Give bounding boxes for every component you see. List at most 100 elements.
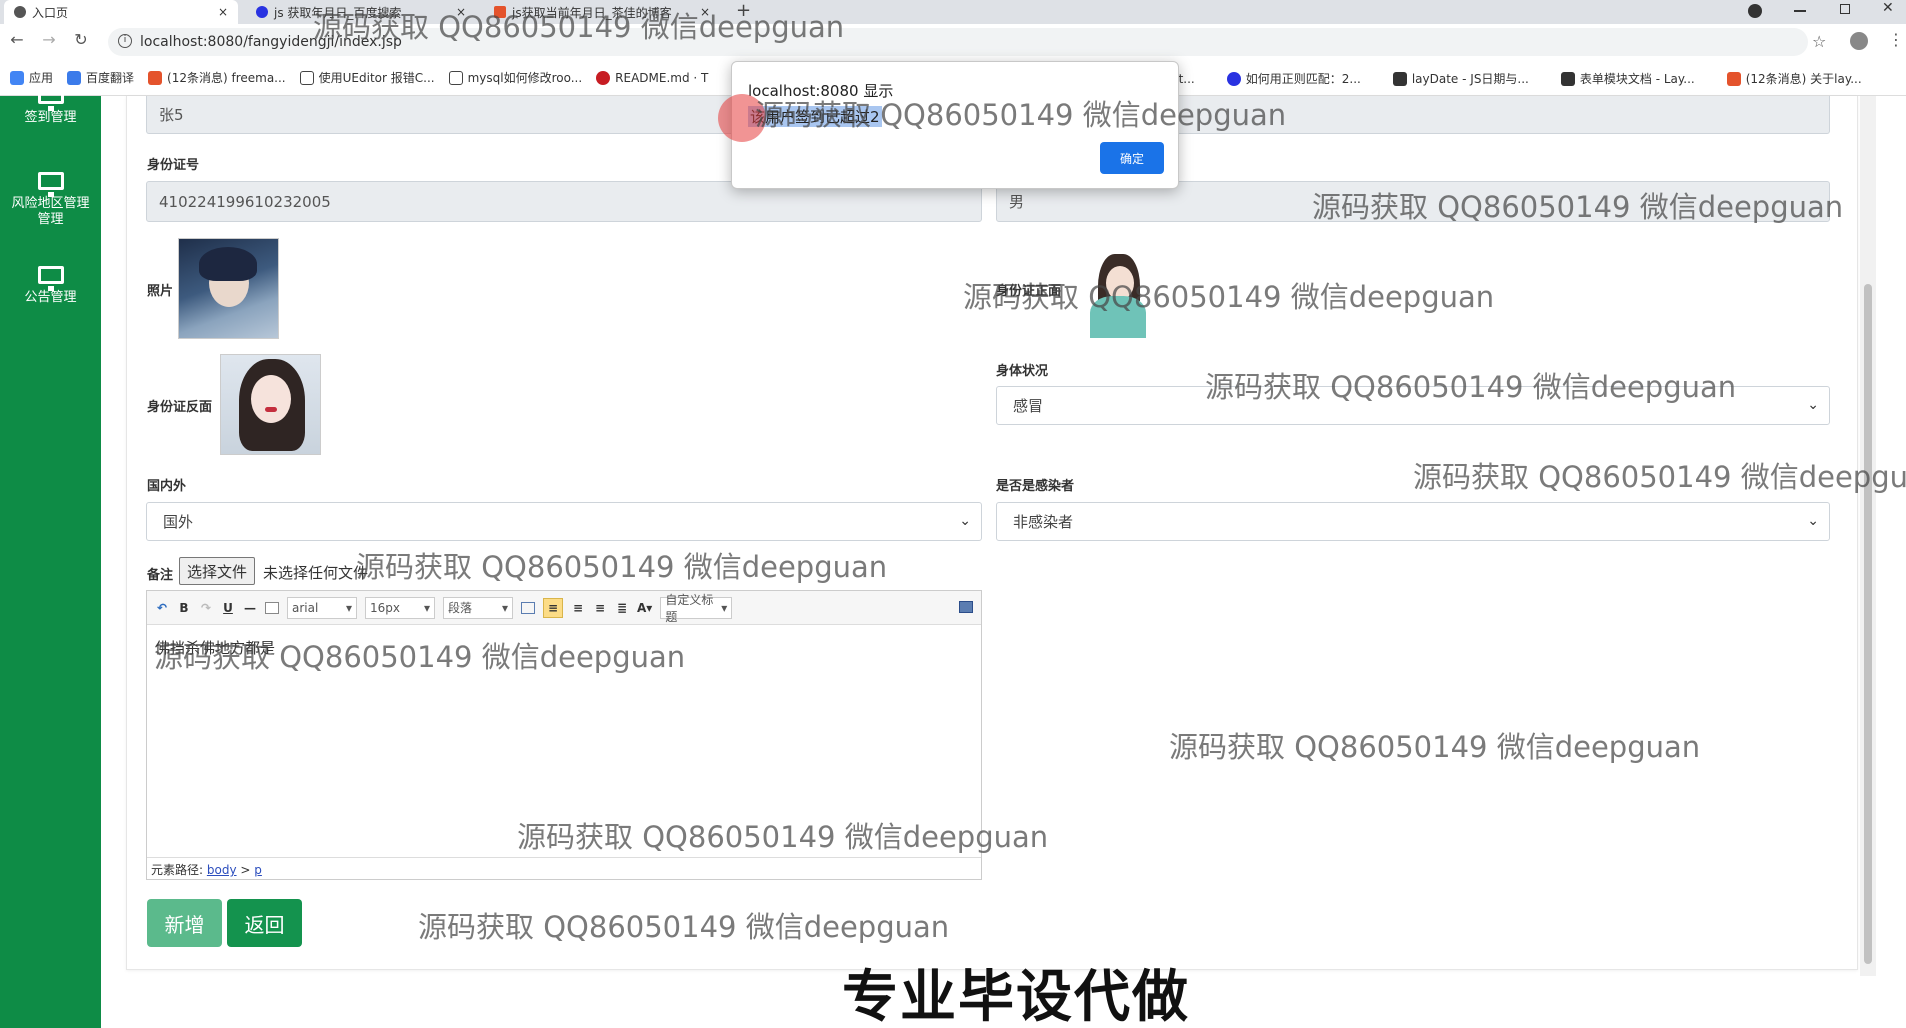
site-icon bbox=[448, 70, 463, 85]
bookmark-label: (12条消息) 关于lay... bbox=[1745, 72, 1862, 86]
baidu-translate-icon bbox=[67, 70, 82, 85]
align-center-icon[interactable]: ≡ bbox=[571, 601, 585, 615]
close-tab-icon[interactable]: × bbox=[218, 5, 228, 19]
id-number-label: 身份证号 bbox=[147, 158, 200, 173]
back-arrow-icon[interactable]: ← bbox=[4, 30, 30, 49]
bookmark-item[interactable]: README.md · T bbox=[596, 70, 709, 85]
bookmark-label: layDate - JS日期与... bbox=[1411, 72, 1529, 86]
new-tab-button[interactable]: + bbox=[736, 0, 751, 21]
editor-content-area[interactable]: 佛挡杀佛地方都是 bbox=[147, 625, 981, 847]
font-color-button[interactable]: A▾ bbox=[637, 601, 652, 615]
apps-grid-icon bbox=[10, 70, 24, 85]
sidebar-item-risk-area[interactable]: 风险地区管理管理 bbox=[0, 172, 101, 228]
face-shape bbox=[251, 375, 291, 423]
choose-file-button[interactable]: 选择文件 bbox=[179, 557, 256, 585]
font-color-glyph: A bbox=[637, 600, 647, 615]
bookmark-item[interactable]: (12条消息) freema... bbox=[148, 69, 286, 86]
bookmark-star-icon[interactable]: ☆ bbox=[1812, 32, 1826, 51]
dropdown-arrow-icon: ▾ bbox=[721, 600, 728, 615]
tab-csdn-blog[interactable]: js获取当前年月日_茶佳的博客 × bbox=[484, 0, 720, 24]
font-size-select[interactable]: 16px ▾ bbox=[365, 596, 435, 619]
baidu-paw-icon bbox=[1226, 71, 1241, 86]
element-path-bar: 元素路径: body > p bbox=[147, 857, 981, 879]
align-right-icon[interactable]: ≡ bbox=[593, 601, 607, 615]
sidebar-item-announcement[interactable]: 公告管理 bbox=[0, 266, 101, 306]
custom-title-select[interactable]: 自定义标题 ▾ bbox=[660, 593, 733, 624]
promo-banner: 专业毕设代做 bbox=[842, 965, 1190, 1028]
close-tab-icon[interactable]: × bbox=[456, 5, 466, 19]
bookmark-label: mysql如何修改roo... bbox=[467, 71, 583, 85]
profile-menu-icon[interactable] bbox=[1748, 4, 1762, 18]
csdn-icon bbox=[1726, 71, 1741, 86]
bold-button[interactable]: B bbox=[177, 601, 191, 615]
path-separator: > bbox=[240, 863, 251, 877]
underline-button[interactable]: U bbox=[221, 601, 235, 615]
bookmark-item[interactable]: 如何用正则匹配：2... bbox=[1226, 70, 1361, 87]
health-select[interactable]: 感冒 ⌄ bbox=[996, 386, 1830, 425]
account-avatar-icon[interactable] bbox=[1850, 32, 1868, 50]
browser-tab-bar: 入口页 × js 获取年月日_百度搜索 × js获取当前年月日_茶佳的博客 × … bbox=[0, 0, 1906, 24]
paragraph-select[interactable]: 段落 ▾ bbox=[443, 596, 513, 619]
url-field[interactable]: i localhost:8080/fangyidengji/index.jsp bbox=[108, 28, 1808, 56]
redo-icon[interactable]: ↷ bbox=[199, 601, 213, 615]
layui-icon bbox=[1560, 71, 1575, 86]
forward-arrow-icon[interactable]: → bbox=[36, 30, 62, 49]
tab-label: 入口页 bbox=[32, 5, 69, 20]
infected-select[interactable]: 非感染者 ⌄ bbox=[996, 502, 1830, 541]
bookmark-label: 如何用正则匹配：2... bbox=[1245, 72, 1361, 86]
font-size-value: 16px bbox=[370, 600, 400, 615]
bookmark-item[interactable]: 表单模块文档 - Lay... bbox=[1560, 70, 1695, 87]
alert-title: localhost:8080 显示 bbox=[748, 82, 894, 100]
minimize-icon[interactable] bbox=[1794, 10, 1806, 12]
back-button[interactable]: 返回 bbox=[227, 899, 302, 947]
tab-baidu-search[interactable]: js 获取年月日_百度搜索 × bbox=[246, 0, 476, 24]
monitor-icon bbox=[37, 266, 64, 291]
health-select-value: 感冒 bbox=[1013, 397, 1044, 415]
tab-entry-page[interactable]: 入口页 × bbox=[4, 0, 238, 24]
undo-icon[interactable]: ↶ bbox=[155, 601, 169, 615]
photo-image bbox=[178, 238, 279, 339]
document-icon[interactable] bbox=[265, 601, 279, 614]
fullscreen-icon[interactable] bbox=[959, 601, 973, 613]
horizontal-rule-button[interactable]: — bbox=[243, 601, 257, 615]
csdn-icon bbox=[148, 70, 163, 85]
bookmark-label: README.md · T bbox=[615, 70, 709, 85]
kebab-menu-icon[interactable]: ⋮ bbox=[1888, 30, 1904, 49]
bookmark-item[interactable]: 百度翻译 bbox=[67, 69, 134, 86]
shirt-shape bbox=[1090, 296, 1146, 338]
close-window-icon[interactable]: ✕ bbox=[1882, 0, 1894, 16]
monitor-icon bbox=[37, 172, 64, 197]
bookmark-item[interactable]: 使用UEditor 报错C... bbox=[299, 69, 435, 86]
alert-ok-button[interactable]: 确定 bbox=[1100, 142, 1164, 174]
table-icon[interactable] bbox=[521, 601, 535, 614]
domestic-select[interactable]: 国外 ⌄ bbox=[146, 502, 982, 541]
page-scrollbar[interactable] bbox=[1860, 96, 1876, 976]
id-front-label: 身份证正面 bbox=[996, 284, 1062, 299]
bookmark-item[interactable]: mysql如何修改roo... bbox=[448, 69, 583, 86]
sidebar-item-checkin[interactable]: 签到管理 bbox=[0, 86, 101, 126]
editor-toolbar: ↶ B ↷ U — arial ▾ 16px ▾ 段落 ▾ ≡ ≡ ≡ ≣ A▾ 自定… bbox=[147, 591, 981, 625]
id-back-image bbox=[220, 354, 321, 455]
scrollbar-thumb[interactable] bbox=[1864, 284, 1872, 964]
justify-icon[interactable]: ≣ bbox=[615, 601, 629, 615]
font-family-select[interactable]: arial ▾ bbox=[287, 596, 357, 619]
align-left-icon[interactable]: ≡ bbox=[543, 597, 563, 618]
csdn-icon bbox=[494, 6, 506, 18]
bookmark-label: 表单模块文档 - Lay... bbox=[1579, 72, 1695, 86]
bookmark-item[interactable]: (12条消息) 关于lay... bbox=[1726, 70, 1862, 87]
infected-select-value: 非感染者 bbox=[1013, 513, 1074, 531]
bookmark-item[interactable]: 应用 bbox=[10, 69, 53, 86]
path-body-link[interactable]: body bbox=[207, 863, 237, 877]
face-shape bbox=[1106, 266, 1134, 300]
restore-icon[interactable] bbox=[1840, 4, 1850, 14]
baidu-paw-icon bbox=[256, 6, 268, 18]
dropdown-arrow-icon: ▾ bbox=[423, 600, 430, 615]
reload-icon[interactable]: ↻ bbox=[68, 30, 94, 49]
info-icon: i bbox=[118, 34, 132, 48]
sidebar-item-label: 风险地区管理管理 bbox=[11, 196, 90, 227]
path-p-link[interactable]: p bbox=[254, 863, 262, 877]
add-button[interactable]: 新增 bbox=[147, 899, 222, 947]
bookmark-item[interactable]: layDate - JS日期与... bbox=[1392, 70, 1529, 87]
close-tab-icon[interactable]: × bbox=[700, 5, 710, 19]
id-front-image bbox=[1076, 240, 1160, 340]
